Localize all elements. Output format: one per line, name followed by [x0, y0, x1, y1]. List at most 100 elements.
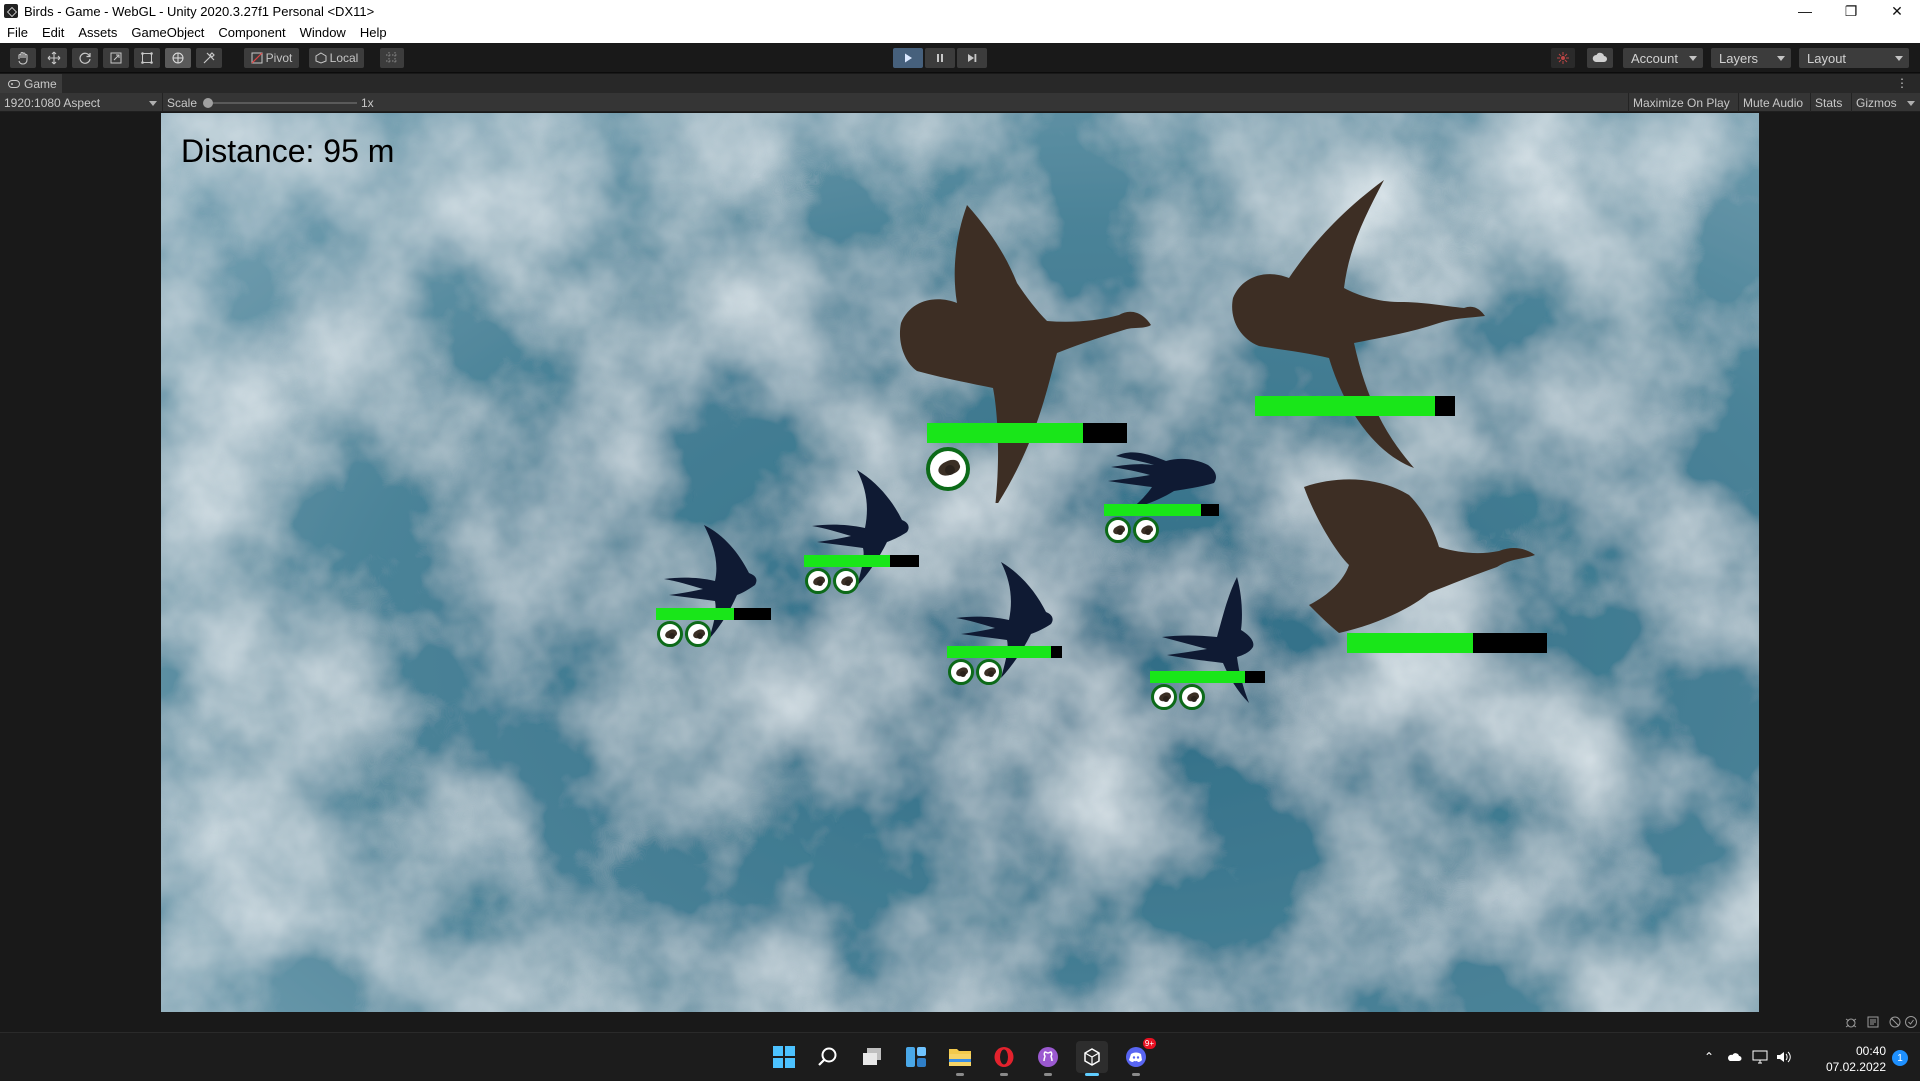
- menu-help[interactable]: Help: [353, 25, 394, 40]
- running-indicator: [1000, 1073, 1008, 1076]
- grid-snap-icon[interactable]: [380, 48, 404, 68]
- bug-icon[interactable]: [1844, 1015, 1858, 1029]
- swallow-1-status-icons: [657, 621, 711, 647]
- no-tracking-icon[interactable]: [1888, 1015, 1902, 1029]
- collab-icon[interactable]: [1551, 48, 1575, 68]
- menu-assets[interactable]: Assets: [71, 25, 124, 40]
- pivot-toggle[interactable]: Pivot: [244, 48, 299, 68]
- play-button[interactable]: [893, 48, 923, 68]
- swallow-3-health-bar: [947, 646, 1062, 658]
- local-toggle[interactable]: Local: [309, 48, 364, 68]
- goose-3-health-bar: [1347, 633, 1547, 653]
- mute-audio-label: Mute Audio: [1743, 95, 1804, 110]
- bird-status-icon: [1179, 684, 1205, 710]
- swallow-4-health-fill: [1104, 504, 1201, 516]
- menu-gameobject[interactable]: GameObject: [124, 25, 211, 40]
- menu-file[interactable]: File: [0, 25, 35, 40]
- scale-label: Scale: [167, 95, 198, 110]
- game-viewport[interactable]: Distance: 95 m: [161, 113, 1759, 1012]
- editor-status-bar: [0, 1012, 1920, 1032]
- pause-button[interactable]: [925, 48, 955, 68]
- task-view-icon[interactable]: [856, 1041, 888, 1073]
- window-controls: — ❐ ✕: [1782, 0, 1920, 22]
- local-icon: [315, 52, 327, 64]
- check-status-icon[interactable]: [1904, 1015, 1918, 1029]
- mute-audio-toggle[interactable]: Mute Audio: [1738, 93, 1803, 112]
- close-icon[interactable]: ✕: [1874, 0, 1920, 22]
- bird-status-icon: [1133, 517, 1159, 543]
- chevron-up-icon[interactable]: ⌃: [1704, 1050, 1714, 1064]
- layout-dropdown[interactable]: Layout: [1799, 48, 1909, 68]
- clock-date: 07.02.2022: [1825, 1060, 1886, 1074]
- windows-start-icon[interactable]: [768, 1041, 800, 1073]
- running-indicator: [956, 1073, 964, 1076]
- file-explorer-icon[interactable]: [944, 1041, 976, 1076]
- menu-component[interactable]: Component: [211, 25, 292, 40]
- volume-icon[interactable]: [1776, 1050, 1792, 1064]
- bird-status-icon: [657, 621, 683, 647]
- github-desktop-icon[interactable]: [1032, 1041, 1064, 1076]
- more-options-icon[interactable]: ⋮: [1896, 76, 1908, 90]
- swallow-1-health-bar: [656, 608, 771, 620]
- account-dropdown[interactable]: Account: [1623, 48, 1703, 68]
- goose-2-health-fill: [1255, 396, 1435, 416]
- restore-icon[interactable]: ❐: [1828, 0, 1874, 22]
- step-button[interactable]: [957, 48, 987, 68]
- running-indicator: [1132, 1073, 1140, 1076]
- search-icon[interactable]: [812, 1041, 844, 1073]
- windows-taskbar: 9+ ⌃ 00:40 07.02.2022 1: [0, 1032, 1920, 1080]
- swallow-4-status-icons: [1105, 517, 1159, 543]
- chevron-down-icon: [1907, 101, 1915, 106]
- menu-edit[interactable]: Edit: [35, 25, 71, 40]
- network-icon[interactable]: [1752, 1050, 1768, 1064]
- notification-badge[interactable]: 1: [1892, 1050, 1908, 1066]
- swallow-2-status-icons: [805, 568, 859, 594]
- transform-tool-icon[interactable]: [165, 48, 191, 68]
- stats-label: Stats: [1815, 95, 1843, 110]
- aspect-label: 1920:1080 Aspect: [4, 95, 101, 110]
- local-label: Local: [329, 51, 359, 65]
- gamepad-icon: [8, 79, 20, 88]
- scale-slider[interactable]: [203, 98, 357, 108]
- opera-icon[interactable]: [988, 1041, 1020, 1076]
- account-label: Account: [1631, 50, 1678, 66]
- maximize-on-play-label: Maximize On Play: [1633, 95, 1730, 110]
- aspect-dropdown[interactable]: 1920:1080 Aspect: [4, 93, 159, 112]
- pivot-icon: [251, 52, 263, 64]
- gizmos-dropdown[interactable]: Gizmos: [1851, 93, 1917, 112]
- scale-slider-thumb[interactable]: [203, 98, 213, 108]
- menu-window[interactable]: Window: [293, 25, 353, 40]
- clock-time: 00:40: [1855, 1044, 1886, 1058]
- maximize-on-play-toggle[interactable]: Maximize On Play: [1628, 93, 1730, 112]
- pause-icon: [937, 54, 943, 62]
- swallow-2-health-fill: [804, 555, 891, 567]
- bird-status-icon: [833, 568, 859, 594]
- move-tool-icon[interactable]: [41, 48, 67, 68]
- unity-app-icon: [4, 4, 18, 18]
- minimize-icon[interactable]: —: [1782, 0, 1828, 22]
- cloud-icon[interactable]: [1587, 48, 1613, 68]
- goose-3-health-fill: [1347, 633, 1473, 653]
- hand-tool-icon[interactable]: [10, 48, 36, 68]
- stats-toggle[interactable]: Stats: [1810, 93, 1842, 112]
- clock[interactable]: 00:40 07.02.2022: [1826, 1043, 1886, 1075]
- rotate-tool-icon[interactable]: [72, 48, 98, 68]
- widgets-icon[interactable]: [900, 1041, 932, 1073]
- menu-bar: File Edit Assets GameObject Component Wi…: [0, 22, 1920, 43]
- console-icon[interactable]: [1866, 1015, 1880, 1029]
- discord-icon[interactable]: 9+: [1120, 1038, 1156, 1076]
- custom-tool-icon[interactable]: [196, 48, 222, 68]
- tab-game[interactable]: Game: [0, 74, 62, 93]
- layers-dropdown[interactable]: Layers: [1711, 48, 1791, 68]
- swallow-5-health-bar: [1150, 671, 1265, 683]
- onedrive-icon[interactable]: [1726, 1051, 1742, 1063]
- system-tray: ⌃: [1704, 1033, 1792, 1081]
- tab-game-label: Game: [24, 76, 57, 91]
- rect-tool-icon[interactable]: [134, 48, 160, 68]
- swallow-5-health-fill: [1150, 671, 1246, 683]
- unity-icon[interactable]: [1076, 1041, 1108, 1076]
- goose-2: [1232, 180, 1485, 468]
- swallow-3-health-fill: [947, 646, 1051, 658]
- scale-tool-icon[interactable]: [103, 48, 129, 68]
- main-toolbar: Pivot Local Account Layers Layout: [0, 43, 1920, 73]
